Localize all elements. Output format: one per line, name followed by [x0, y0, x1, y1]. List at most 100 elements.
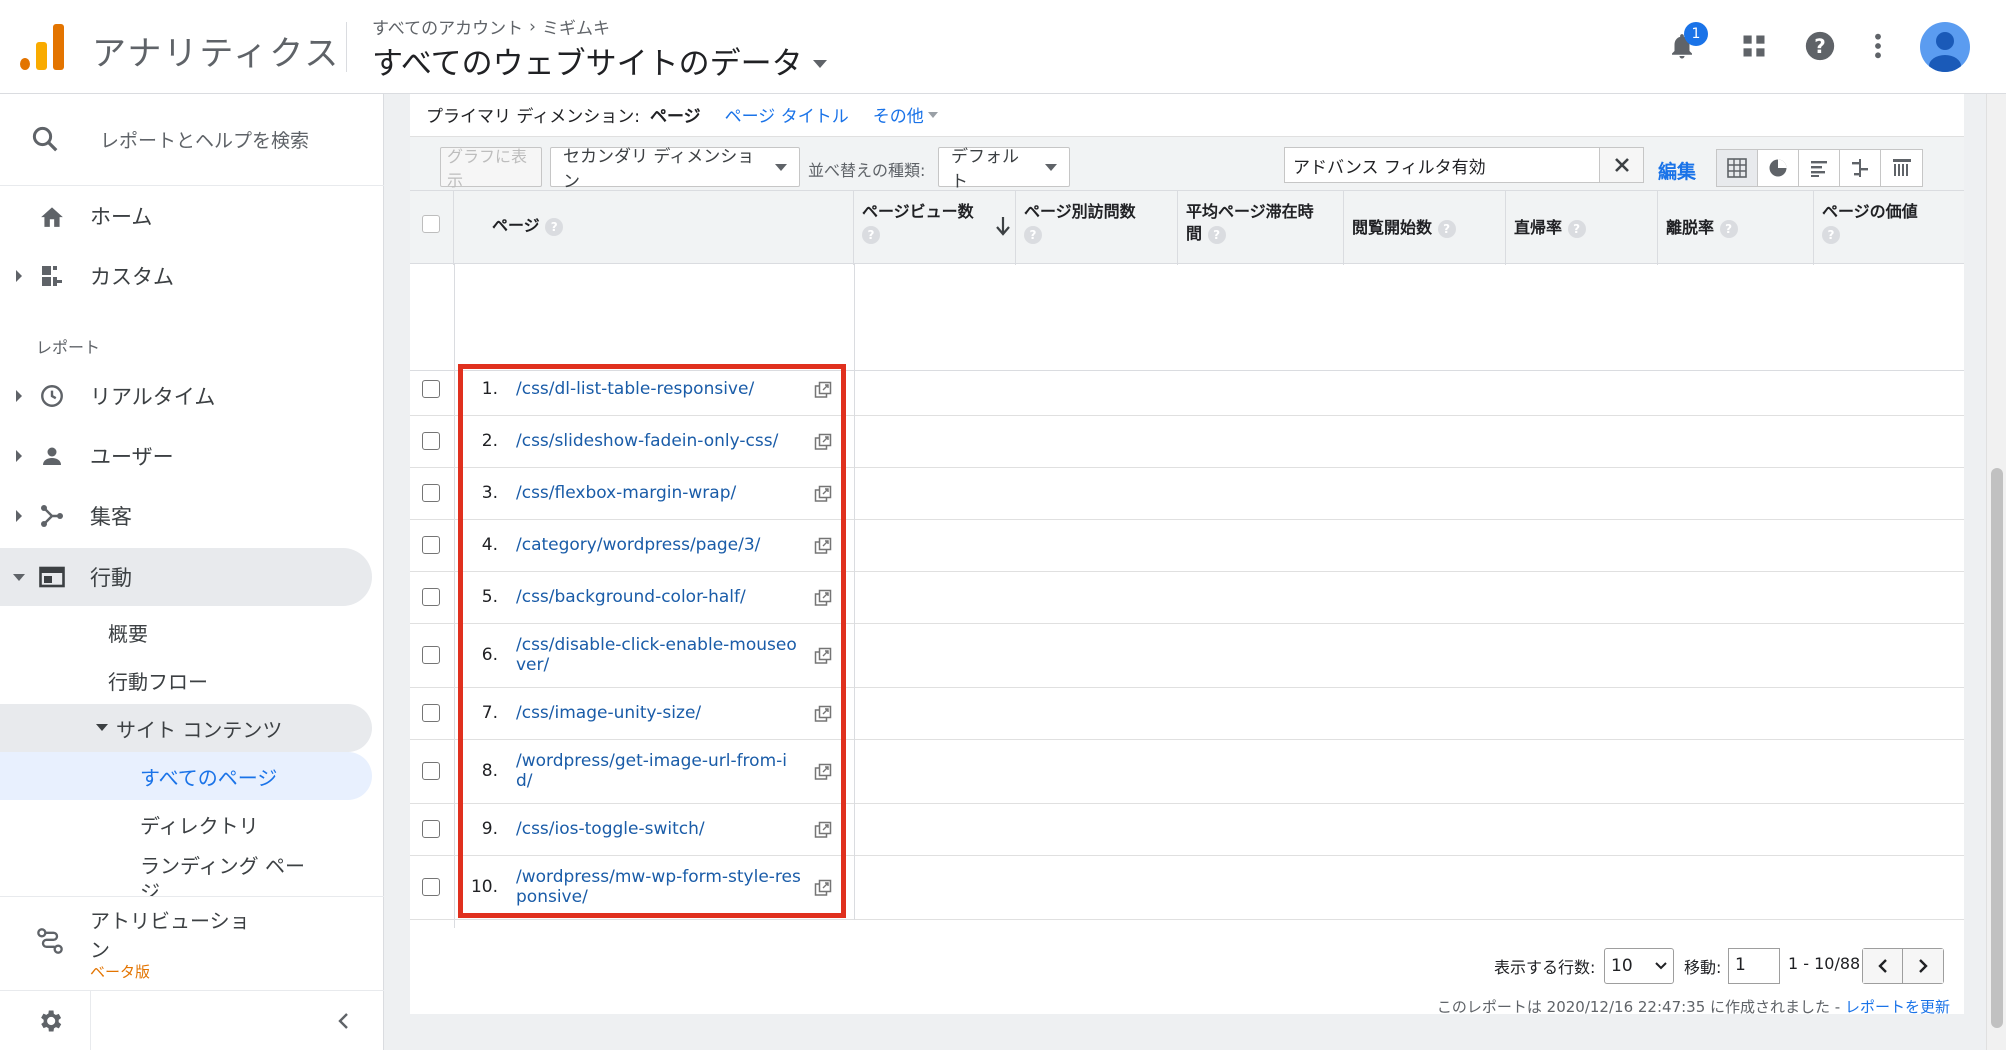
refresh-report-link[interactable]: レポートを更新 [1845, 998, 1950, 1016]
column-header-entrances[interactable]: 閲覧開始数 ? [1344, 191, 1506, 265]
row-checkbox[interactable] [422, 820, 440, 838]
sort-type-dropdown[interactable]: デフォルト [938, 147, 1070, 192]
sidebar-item-custom[interactable]: カスタム [0, 247, 372, 305]
more-menu-button[interactable] [1858, 26, 1898, 66]
advanced-filter-field[interactable]: アドバンス フィルタ有効 [1284, 147, 1600, 183]
column-header-exit-rate[interactable]: 離脱率 ? [1658, 191, 1814, 265]
row-checkbox[interactable] [422, 704, 440, 722]
breadcrumb-property[interactable]: ミギムキ [542, 14, 610, 39]
search-icon [32, 126, 58, 152]
sidebar-item-behavior[interactable]: 行動 [0, 548, 372, 606]
scrollbar-thumb[interactable] [1991, 468, 2003, 1028]
collapse-sidebar-chevron-icon[interactable] [334, 1011, 354, 1031]
sidebar-item-landing-pages[interactable]: ランディング ペー [140, 850, 305, 879]
view-performance-button[interactable] [1799, 150, 1840, 186]
sort-descending-arrow-icon[interactable] [995, 215, 1011, 237]
goto-row-input[interactable]: 1 [1728, 948, 1780, 984]
row-checkbox[interactable] [422, 762, 440, 780]
user-avatar[interactable] [1920, 22, 1970, 72]
help-icon[interactable]: ? [1719, 219, 1738, 238]
edit-filter-link[interactable]: 編集 [1658, 157, 1696, 184]
column-header-unique-pageviews[interactable]: ページ別訪問数 ? [1016, 191, 1178, 265]
chevron-right-icon [1919, 959, 1928, 973]
row-checkbox[interactable] [422, 380, 440, 398]
plot-rows-button[interactable]: グラフに表示 [440, 147, 542, 190]
row-checkbox[interactable] [422, 588, 440, 606]
section-label-reports: レポート [36, 338, 101, 357]
page-scrollbar[interactable] [1986, 94, 2006, 1050]
primary-dimension-page-title[interactable]: ページ タイトル [725, 102, 849, 127]
footer-divider [90, 991, 91, 1050]
row-checkbox[interactable] [422, 432, 440, 450]
breadcrumb-account[interactable]: すべてのアカウント [372, 14, 523, 39]
notifications-button[interactable]: 1 [1662, 22, 1708, 66]
select-all-checkbox[interactable] [422, 215, 440, 233]
help-icon[interactable]: ? [862, 225, 880, 244]
report-panel: プライマリ ディメンション: ページ ページ タイトル その他 グラフに表示 セ… [410, 94, 1964, 1016]
column-header-label-continuation: 間 [1186, 224, 1203, 244]
analytics-logo-icon[interactable] [20, 24, 66, 70]
view-data-table-button[interactable] [1717, 150, 1758, 186]
sidebar-item-attribution[interactable]: アトリビューショ ン ベータ版 [0, 896, 384, 986]
row-checkbox[interactable] [422, 484, 440, 502]
help-icon[interactable]: ? [1822, 225, 1840, 244]
column-header-pageviews[interactable]: ページビュー数 ? [854, 191, 1016, 265]
chevron-down-icon [1655, 962, 1667, 970]
sidebar-item-home[interactable]: ホーム [0, 187, 372, 245]
home-icon [38, 202, 66, 230]
attribution-icon [37, 928, 63, 954]
sidebar-item-realtime[interactable]: リアルタイム [0, 367, 372, 425]
property-name: すべてのウェブサイトのデータ [372, 46, 803, 82]
column-header-label: ページ [492, 216, 540, 235]
property-selector[interactable]: すべてのウェブサイトのデータ [372, 38, 827, 83]
caret-down-icon [812, 59, 827, 68]
help-icon[interactable]: ? [1207, 225, 1226, 244]
row-checkbox[interactable] [422, 646, 440, 664]
secondary-dimension-dropdown[interactable]: セカンダリ ディメンション [550, 147, 800, 192]
sidebar-item-overview[interactable]: 概要 [108, 618, 148, 647]
breadcrumb[interactable]: すべてのアカウント › ミギムキ [372, 14, 610, 40]
view-pivot-button[interactable] [1881, 150, 1922, 186]
help-icon[interactable]: ? [1024, 225, 1042, 244]
column-header-avg-time[interactable]: 平均ページ滞在時 間 ? [1178, 191, 1344, 265]
view-comparison-button[interactable] [1840, 150, 1881, 186]
landing-pages-overflow: ジ [140, 876, 380, 896]
sidebar-item-all-pages[interactable]: すべてのページ [0, 752, 372, 800]
row-checkbox[interactable] [422, 878, 440, 896]
sidebar-item-label: ホーム [90, 205, 153, 229]
column-header-bounce-rate[interactable]: 直帰率 ? [1506, 191, 1658, 265]
comparison-icon [1852, 159, 1868, 177]
select-all-checkbox-cell[interactable] [410, 191, 454, 265]
column-header-page-value[interactable]: ページの価値 ? [1814, 191, 1964, 265]
column-header-label: ページビュー数 [862, 202, 974, 221]
primary-dimension-label: プライマリ ディメンション: [426, 107, 640, 127]
column-header-page[interactable]: ページ ? [454, 191, 854, 265]
sidebar-footer [0, 990, 384, 1050]
sidebar-item-directory[interactable]: ディレクトリ [140, 810, 259, 839]
next-page-button[interactable] [1903, 949, 1943, 983]
sidebar-item-acquisition[interactable]: 集客 [0, 487, 372, 545]
clear-filter-button[interactable] [1600, 147, 1644, 183]
apps-button[interactable] [1734, 26, 1774, 66]
sidebar-item-users[interactable]: ユーザー [0, 427, 372, 485]
sidebar-item-site-content[interactable]: サイト コンテンツ [0, 704, 372, 752]
help-icon[interactable]: ? [545, 217, 564, 236]
primary-dimension-other[interactable]: その他 [873, 102, 938, 127]
person-icon [38, 442, 66, 470]
sidebar: レポートとヘルプを検索 ホーム カスタム レポート リアルタイム ユーザー 集客… [0, 94, 384, 1050]
view-percentage-button[interactable] [1758, 150, 1799, 186]
help-icon[interactable]: ? [1437, 219, 1456, 238]
previous-page-button[interactable] [1863, 949, 1903, 983]
sidebar-item-label: すべてのページ [140, 766, 278, 790]
gear-icon[interactable] [36, 1007, 64, 1035]
report-search[interactable]: レポートとヘルプを検索 [0, 94, 384, 186]
sidebar-item-behavior-flow[interactable]: 行動フロー [108, 666, 208, 695]
app-header: アナリティクス すべてのアカウント › ミギムキ すべてのウェブサイトのデータ … [0, 0, 2006, 94]
column-header-label: 離脱率 [1666, 218, 1715, 237]
person-avatar-icon [1929, 32, 1961, 72]
rows-per-page-select[interactable]: 10 [1604, 948, 1674, 984]
sort-type-value: デフォルト [951, 147, 1019, 192]
help-button[interactable]: ? [1800, 26, 1840, 66]
row-checkbox[interactable] [422, 536, 440, 554]
help-icon[interactable]: ? [1567, 219, 1586, 238]
